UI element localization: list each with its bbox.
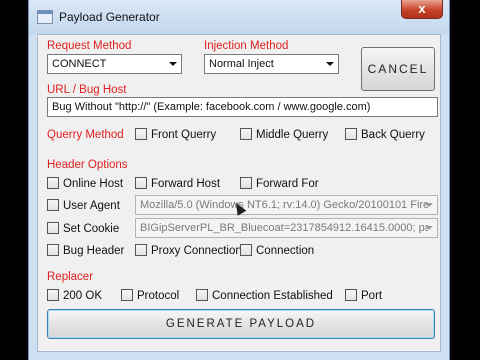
- middle-query-checkbox[interactable]: [240, 128, 252, 140]
- url-bug-host-label: URL / Bug Host: [47, 84, 127, 96]
- replacer-protocol-checkbox[interactable]: [121, 289, 133, 301]
- replacer-protocol-label: Protocol: [137, 290, 180, 302]
- set-cookie-select[interactable]: BIGipServerPL_BR_Bluecoat=2317854912.164…: [135, 218, 438, 238]
- connection-label: Connection: [256, 245, 315, 257]
- injection-method-select[interactable]: Normal Inject: [204, 54, 339, 74]
- replacer-port-label: Port: [361, 290, 383, 302]
- chevron-down-icon: [425, 226, 433, 230]
- proxy-connection-checkbox[interactable]: [135, 244, 147, 256]
- query-method-label: Querry Method: [47, 129, 124, 141]
- replacer-connection-established-checkbox[interactable]: [196, 289, 208, 301]
- back-query-label: Back Querry: [361, 129, 425, 141]
- forward-for-checkbox[interactable]: [240, 177, 252, 189]
- form-area: Request Method CONNECT Injection Method …: [37, 34, 441, 352]
- replacer-label: Replacer: [47, 271, 94, 283]
- chevron-down-icon: [169, 62, 177, 66]
- forward-for-label: Forward For: [256, 178, 319, 190]
- url-bug-host-input[interactable]: Bug Without "http://" (Example: facebook…: [47, 97, 438, 117]
- front-query-checkbox[interactable]: [135, 128, 147, 140]
- forward-host-label: Forward Host: [151, 178, 221, 190]
- set-cookie-value: BIGipServerPL_BR_Bluecoat=2317854912.164…: [140, 222, 428, 234]
- injection-method-label: Injection Method: [204, 40, 289, 52]
- header-options-label: Header Options: [47, 159, 128, 171]
- back-query-checkbox[interactable]: [345, 128, 357, 140]
- bug-header-checkbox[interactable]: [47, 244, 59, 256]
- window-title: Payload Generator: [59, 10, 160, 24]
- replacer-port-checkbox[interactable]: [345, 289, 357, 301]
- proxy-connection-label: Proxy Connection: [151, 245, 242, 257]
- online-host-label: Online Host: [63, 178, 124, 190]
- set-cookie-label: Set Cookie: [63, 223, 120, 235]
- forward-host-checkbox[interactable]: [135, 177, 147, 189]
- chevron-down-icon: [326, 62, 334, 66]
- close-button[interactable]: x: [401, 0, 443, 19]
- cancel-button[interactable]: CANCEL: [361, 47, 435, 91]
- request-method-select[interactable]: CONNECT: [47, 54, 182, 74]
- generate-payload-button[interactable]: GENERATE PAYLOAD: [47, 309, 435, 339]
- title-bar[interactable]: Payload Generator x: [29, 0, 449, 34]
- injection-method-value: Normal Inject: [209, 58, 274, 70]
- payload-generator-window: Payload Generator x Request Method CONNE…: [28, 0, 450, 360]
- app-icon: [37, 10, 53, 24]
- request-method-label: Request Method: [47, 40, 132, 52]
- online-host-checkbox[interactable]: [47, 177, 59, 189]
- middle-query-label: Middle Querry: [256, 129, 329, 141]
- set-cookie-checkbox[interactable]: [47, 222, 59, 234]
- replacer-200-ok-checkbox[interactable]: [47, 289, 59, 301]
- chevron-down-icon: [425, 203, 433, 207]
- bug-header-label: Bug Header: [63, 245, 125, 257]
- replacer-200-ok-label: 200 OK: [63, 290, 102, 302]
- request-method-value: CONNECT: [52, 58, 107, 70]
- user-agent-value: Mozilla/5.0 (Windows NT6.1; rv:14.0) Gec…: [140, 199, 428, 211]
- user-agent-label: User Agent: [63, 200, 120, 212]
- user-agent-select[interactable]: Mozilla/5.0 (Windows NT6.1; rv:14.0) Gec…: [135, 195, 438, 215]
- replacer-connection-established-label: Connection Established: [212, 290, 333, 302]
- front-query-label: Front Querry: [151, 129, 217, 141]
- connection-checkbox[interactable]: [240, 244, 252, 256]
- user-agent-checkbox[interactable]: [47, 199, 59, 211]
